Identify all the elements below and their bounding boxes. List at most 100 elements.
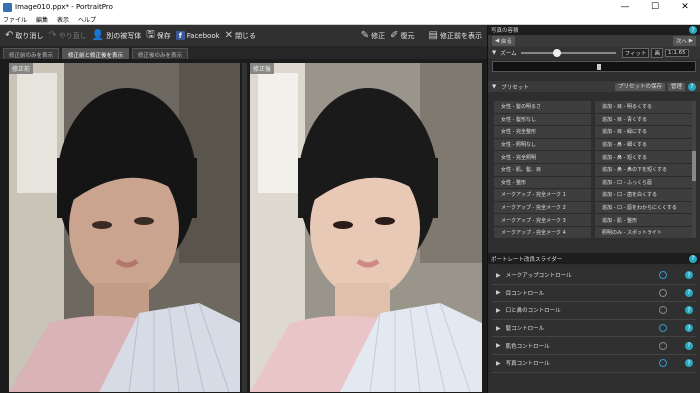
correct-button[interactable]: ✎ 修正 bbox=[361, 28, 385, 44]
preset-item[interactable]: 照明のみ - スポットライト bbox=[595, 226, 692, 238]
expand-arrow-icon[interactable]: ▶ bbox=[496, 342, 501, 349]
preset-item[interactable]: メークアップ - 完全メーク 2 bbox=[494, 201, 591, 215]
expand-arrow-icon[interactable]: ▶ bbox=[496, 325, 501, 332]
preset-item[interactable]: 追加 - 鼻 - 鼻の下を短くする bbox=[595, 163, 692, 177]
preset-scrollbar[interactable] bbox=[692, 101, 696, 238]
zoom-mode-button[interactable]: 画 bbox=[651, 48, 663, 58]
help-icon[interactable]: ? bbox=[685, 271, 693, 280]
expand-arrow-icon[interactable]: ▶ bbox=[496, 307, 501, 314]
help-icon[interactable]: ? bbox=[688, 82, 696, 91]
preset-item[interactable]: メークアップ - 完全メーク 1 bbox=[494, 189, 591, 202]
expand-arrow-icon[interactable]: ▶ bbox=[496, 272, 501, 279]
preset-item[interactable]: メークアップ - 完全メーク 4 bbox=[494, 226, 591, 238]
help-icon[interactable]: ? bbox=[685, 341, 693, 350]
preset-item[interactable]: 追加 - 口 - ふっくら唇 bbox=[595, 176, 692, 190]
back-button[interactable]: ◀ 戻る bbox=[492, 36, 515, 46]
after-pane[interactable]: 修正後 bbox=[250, 63, 482, 392]
tab-before-after[interactable]: 修正前と修正後を表示 bbox=[62, 48, 130, 59]
expand-arrow-icon[interactable]: ▶ bbox=[496, 360, 501, 367]
close-window-button[interactable]: ✕ bbox=[670, 0, 700, 14]
close-button[interactable]: ✕ 閉じる bbox=[225, 28, 256, 44]
correct-label: 修正 bbox=[371, 31, 386, 40]
help-icon[interactable]: ? bbox=[685, 324, 693, 333]
power-icon[interactable] bbox=[659, 271, 667, 280]
zoom-slider[interactable] bbox=[520, 49, 616, 57]
menu-file[interactable]: ファイル bbox=[3, 15, 27, 24]
expand-arrow-icon[interactable]: ▶ bbox=[496, 289, 501, 296]
preset-item[interactable]: 追加 - 鼻 - 細くする bbox=[595, 138, 692, 152]
before-pane[interactable]: 修正前 bbox=[9, 63, 240, 392]
fit-button[interactable]: フィット bbox=[621, 48, 650, 58]
preset-item[interactable]: 追加 - 目 - 緑にする bbox=[595, 126, 692, 139]
control-row[interactable]: ▶ メークアップコントロール? bbox=[492, 267, 696, 285]
preset-item[interactable]: 女性 - 完全整形 bbox=[494, 126, 591, 139]
preset-item[interactable]: 女性 - 完全照明 bbox=[494, 151, 591, 164]
control-row[interactable]: ▶ 髪コントロール? bbox=[492, 319, 696, 338]
sliders-header: ポートレート改良スライダー ? bbox=[488, 253, 700, 264]
navigator-thumb[interactable] bbox=[597, 64, 601, 70]
power-icon[interactable] bbox=[659, 288, 667, 297]
control-row[interactable]: ▶ 目コントロール? bbox=[492, 284, 696, 303]
menu-edit[interactable]: 編集 bbox=[36, 15, 48, 24]
help-icon[interactable]: ? bbox=[689, 254, 697, 263]
control-row[interactable]: ▶ 写真コントロール? bbox=[492, 354, 696, 373]
menu-view[interactable]: 表示 bbox=[57, 15, 69, 24]
undo-button[interactable]: ↶ 取り消し bbox=[5, 28, 43, 44]
next-button[interactable]: 次へ ▶ bbox=[673, 36, 696, 46]
preset-item[interactable]: メークアップ - 完全メーク 3 bbox=[494, 214, 591, 227]
help-icon[interactable]: ? bbox=[685, 306, 693, 315]
control-row[interactable]: ▶ 口と鼻のコントロール? bbox=[492, 302, 696, 320]
preset-item[interactable]: 追加 - 鼻 - 短くする bbox=[595, 151, 692, 164]
preset-item[interactable]: 女性 - 照明なし bbox=[494, 138, 591, 152]
power-icon[interactable] bbox=[659, 306, 667, 315]
save-button[interactable]: 🖫 保存 bbox=[146, 28, 171, 44]
restore-button[interactable]: ✐ 復元 bbox=[390, 28, 414, 44]
preset-item[interactable]: 追加 - 口 - 歯を白くする bbox=[595, 189, 692, 202]
before-label: 修正前 bbox=[9, 63, 34, 74]
layers-icon: ▤ bbox=[428, 30, 438, 41]
tab-before-only[interactable]: 修正前のみを表示 bbox=[3, 48, 60, 59]
maximize-button[interactable]: ☐ bbox=[640, 0, 670, 14]
collapse-icon[interactable]: ▼ bbox=[492, 84, 496, 90]
next-label: 次へ bbox=[676, 39, 688, 45]
collapse-icon[interactable]: ▼ bbox=[492, 50, 496, 56]
tab-after-only[interactable]: 修正後のみを表示 bbox=[132, 48, 189, 59]
control-row[interactable]: ▶ 肌色コントロール? bbox=[492, 337, 696, 355]
preset-item[interactable]: 追加 - 口 - 唇をわからにくくする bbox=[595, 201, 692, 215]
zoom-value[interactable]: 1:1.65 bbox=[664, 49, 689, 57]
preset-item[interactable]: 女性 - 整形 bbox=[494, 176, 591, 190]
undo-icon: ↶ bbox=[5, 30, 14, 41]
preset-item[interactable]: 女性 - 髪形なし bbox=[494, 113, 591, 127]
control-label: メークアップコントロール bbox=[505, 273, 572, 280]
zoom-row: ▼ ズーム フィット 画 1:1.65 bbox=[488, 47, 700, 59]
menu-help[interactable]: ヘルプ bbox=[78, 15, 96, 24]
power-icon[interactable] bbox=[659, 341, 667, 350]
help-icon[interactable]: ? bbox=[689, 26, 697, 34]
control-list: ▶ メークアップコントロール? ▶ 目コントロール? ▶ 口と鼻のコントロール? ▶ 髪コント… bbox=[492, 267, 696, 393]
preset-scroll-thumb[interactable] bbox=[692, 151, 696, 181]
control-label: 肌色コントロール bbox=[505, 343, 550, 350]
close-icon: ✕ bbox=[224, 30, 234, 41]
preset-item[interactable]: 追加 - 肌 - 整形 bbox=[595, 214, 692, 227]
save-preset-button[interactable]: プリセットの保存 bbox=[614, 82, 665, 91]
redo-button[interactable]: ↷ やり直し bbox=[48, 28, 86, 44]
show-before-button[interactable]: ▤ 修正前を表示 bbox=[429, 28, 482, 44]
power-icon[interactable] bbox=[659, 324, 667, 333]
facebook-button[interactable]: f Facebook bbox=[175, 28, 220, 44]
preset-item[interactable]: 女性 - 髪の明るさ bbox=[494, 101, 591, 114]
preset-item[interactable]: 女性 - 肌、髪、目 bbox=[494, 163, 591, 177]
preset-item[interactable]: 追加 - 目 - 青くする bbox=[595, 113, 692, 127]
navigator-preview[interactable] bbox=[492, 61, 696, 72]
title-bar: Image010.ppx* - PortraitPro — ☐ ✕ bbox=[0, 0, 700, 14]
help-icon[interactable]: ? bbox=[685, 288, 693, 297]
preset-item[interactable]: 追加 - 目 - 明るくする bbox=[595, 101, 692, 114]
other-subject-button[interactable]: 👤 別の被写体 bbox=[92, 28, 141, 44]
next-arrow-icon: ▶ bbox=[687, 38, 693, 44]
help-icon[interactable]: ? bbox=[685, 359, 693, 368]
power-icon[interactable] bbox=[659, 359, 667, 368]
manage-button[interactable]: 管理 bbox=[667, 82, 685, 91]
zoom-slider-knob[interactable] bbox=[552, 49, 561, 57]
minimize-button[interactable]: — bbox=[610, 0, 640, 14]
view-divider[interactable] bbox=[242, 63, 247, 392]
nav-row: ◀ 戻る 次へ ▶ bbox=[488, 35, 700, 47]
